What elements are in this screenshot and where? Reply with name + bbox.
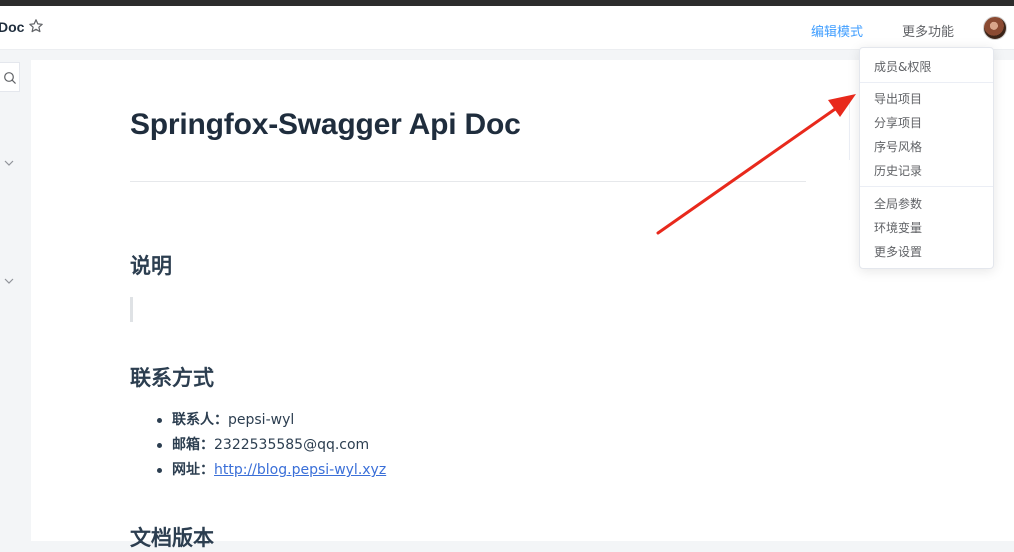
left-rail [0,60,22,541]
menu-item-global-params[interactable]: 全局参数 [874,195,922,212]
title-divider [130,181,806,182]
bullet [157,418,162,423]
menu-item-members[interactable]: 成员&权限 [874,58,931,75]
list-item: 邮箱：2322535585@qq.com [154,434,386,459]
section-heading-contact: 联系方式 [130,366,214,390]
page-title: Springfox-Swagger Api Doc [130,108,521,141]
menu-item-env-vars[interactable]: 环境变量 [874,219,922,236]
section-heading-description: 说明 [130,254,172,278]
menu-item-history[interactable]: 历史记录 [874,162,922,179]
menu-item-share[interactable]: 分享项目 [874,114,922,131]
edit-mode-button[interactable]: 编辑模式 [811,21,863,40]
contact-person-label: 联系人： [172,412,228,428]
panel-edge [849,100,850,160]
more-functions-button[interactable]: 更多功能 [902,21,954,40]
avatar[interactable] [983,16,1007,40]
list-item: 网址：http://blog.pepsi-wyl.xyz [154,459,386,484]
contact-email-value: 2322535585@qq.com [214,437,370,453]
chevron-down-icon[interactable] [3,157,15,169]
menu-divider [860,186,993,187]
contact-url-link[interactable]: http://blog.pepsi-wyl.xyz [214,462,386,478]
sidebar-search-button[interactable] [0,62,20,92]
menu-item-numbering[interactable]: 序号风格 [874,138,922,155]
bullet [157,468,162,473]
search-icon [4,72,16,84]
more-functions-dropdown: 成员&权限 导出项目 分享项目 序号风格 历史记录 全局参数 环境变量 更多设置 [859,47,994,269]
doc-title: Doc [0,19,25,35]
menu-item-export[interactable]: 导出项目 [874,90,922,107]
contact-person-value: pepsi-wyl [228,412,295,428]
contact-email-label: 邮箱： [172,437,214,453]
top-header: Doc 编辑模式 更多功能 [0,6,1014,50]
section-heading-version: 文档版本 [130,526,214,550]
contact-url-label: 网址： [172,462,214,478]
chevron-down-icon[interactable] [3,275,15,287]
star-icon[interactable] [28,18,44,34]
bullet [157,443,162,448]
empty-blockquote [130,297,133,322]
menu-item-more-settings[interactable]: 更多设置 [874,243,922,260]
menu-divider [860,82,993,83]
contact-list: 联系人：pepsi-wyl 邮箱：2322535585@qq.com 网址：ht… [154,409,386,484]
list-item: 联系人：pepsi-wyl [154,409,386,434]
